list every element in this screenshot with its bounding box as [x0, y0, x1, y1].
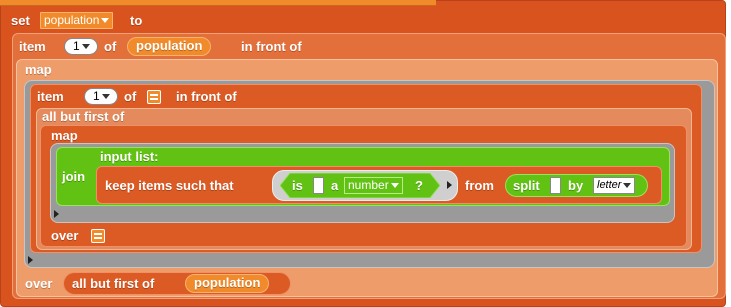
question-mark: ?: [415, 178, 423, 193]
split-keyword: split: [513, 178, 540, 193]
chevron-down-icon: [623, 182, 632, 188]
chevron-down-icon: [101, 18, 110, 24]
population-variable-label: population: [136, 38, 203, 53]
chevron-down-icon: [390, 183, 399, 189]
variable-dropdown[interactable]: population: [40, 12, 114, 29]
is-keyword: is: [292, 178, 303, 193]
all-but-first-keyword: all but first of: [42, 109, 125, 124]
of-keyword: of: [104, 39, 117, 54]
over-keyword-inner: over: [51, 228, 79, 243]
item-index-value-inner: 1: [93, 89, 100, 103]
type-dropdown-value: number: [348, 178, 389, 192]
a-keyword: a: [331, 178, 339, 193]
chevron-down-icon: [81, 44, 90, 50]
to-keyword: to: [130, 13, 143, 28]
item-index-input-inner[interactable]: 1: [84, 88, 118, 105]
type-dropdown[interactable]: number: [344, 177, 403, 194]
is-value-input[interactable]: [313, 177, 324, 194]
list-slot-icon[interactable]: [147, 90, 161, 104]
block-above-edge: [0, 0, 436, 6]
keep-items-keyword: keep items such that: [105, 178, 234, 193]
in-front-of-keyword-inner: in front of: [176, 89, 237, 104]
from-keyword: from: [465, 178, 494, 193]
ring-arrow-icon: [28, 256, 33, 264]
by-keyword: by: [568, 178, 584, 193]
chevron-down-icon: [101, 94, 110, 100]
input-list-keyword: input list:: [100, 149, 159, 164]
variable-dropdown-value: population: [44, 13, 100, 27]
list-slot-icon[interactable]: [91, 229, 105, 243]
item-keyword: item: [19, 39, 46, 54]
population-variable[interactable]: population: [185, 274, 270, 293]
of-keyword-inner: of: [124, 89, 137, 104]
population-variable-label: population: [194, 275, 261, 290]
over-keyword: over: [25, 276, 53, 291]
map-keyword: map: [25, 62, 52, 77]
all-but-first-keyword-over: all but first of: [72, 276, 155, 291]
item-keyword-inner: item: [37, 89, 64, 104]
map-keyword-inner: map: [51, 128, 78, 143]
ring-arrow-icon: [447, 181, 452, 189]
split-text-input[interactable]: [550, 177, 561, 194]
item-index-input[interactable]: 1: [64, 38, 98, 55]
ring-arrow-icon: [54, 210, 59, 218]
population-variable[interactable]: population: [127, 37, 212, 56]
separator-dropdown-value: letter: [597, 179, 622, 191]
item-index-value: 1: [73, 39, 80, 53]
set-keyword: set: [11, 13, 30, 28]
separator-dropdown[interactable]: letter: [593, 177, 636, 194]
join-keyword: join: [62, 169, 86, 184]
in-front-of-keyword: in front of: [241, 39, 302, 54]
